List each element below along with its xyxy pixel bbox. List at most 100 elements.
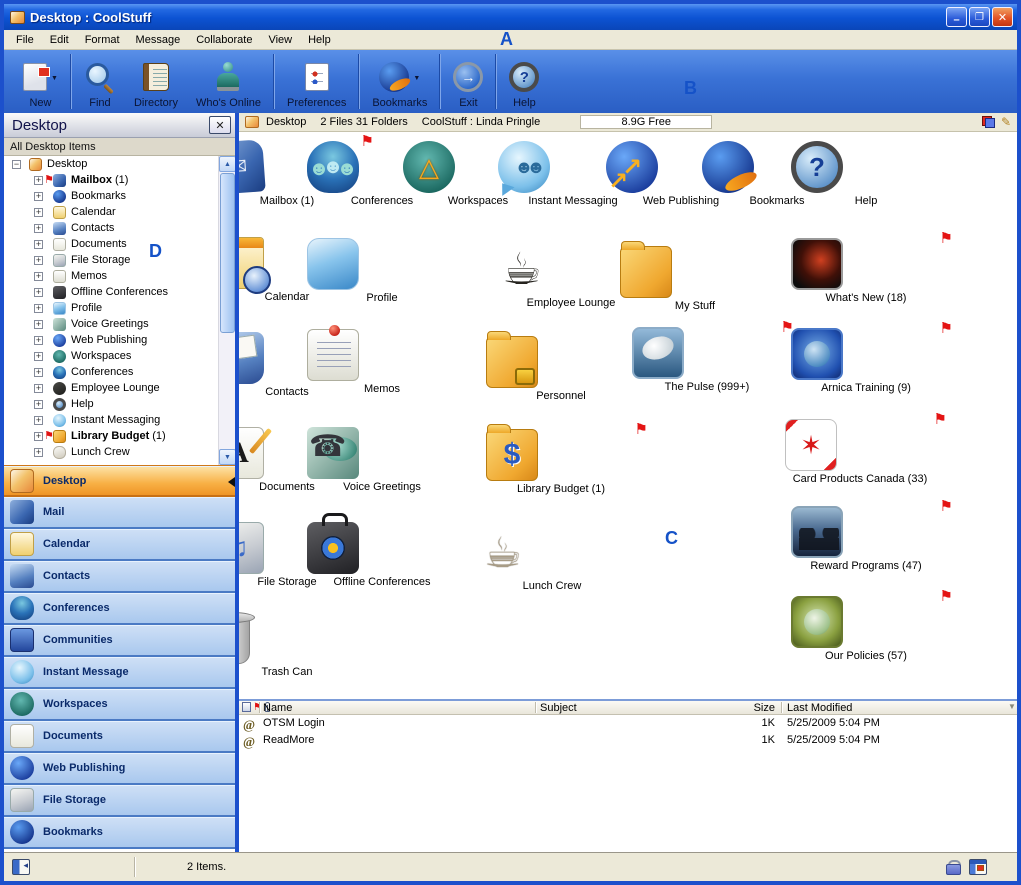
menu-item[interactable]: File	[8, 32, 42, 48]
desktop-item-icon[interactable]	[498, 141, 550, 193]
desktop-item[interactable]: Personnel	[486, 336, 636, 402]
maximize-button[interactable]	[969, 7, 990, 27]
column-header-size[interactable]: Size	[739, 702, 775, 714]
tree-expand-icon[interactable]: +	[34, 288, 43, 297]
tree-expand-icon[interactable]: +	[34, 176, 43, 185]
flag-column-icon[interactable]	[253, 702, 262, 713]
desktop-item-icon[interactable]	[486, 336, 538, 388]
tree-expand-icon[interactable]: +	[34, 208, 43, 217]
desktop-item-icon[interactable]	[632, 327, 684, 379]
sidebar-nav-button[interactable]: Conferences	[4, 593, 235, 625]
chevron-down-icon[interactable]	[413, 71, 420, 83]
title-bar[interactable]: Desktop : CoolStuff	[4, 4, 1017, 30]
item-type-icon[interactable]	[242, 702, 251, 712]
desktop-item-icon[interactable]	[239, 332, 264, 384]
desktop-item-icon[interactable]	[791, 238, 843, 290]
file-name[interactable]: OTSM Login	[263, 717, 325, 729]
menu-item[interactable]: Edit	[42, 32, 77, 48]
tree-expand-icon[interactable]: +	[34, 448, 43, 457]
tree-expand-icon[interactable]: +	[34, 400, 43, 409]
tree-expand-icon[interactable]: +	[34, 320, 43, 329]
desktop-item-icon[interactable]	[307, 238, 359, 290]
tree-item[interactable]: + Voice Greetings	[4, 316, 235, 332]
desktop-item-icon[interactable]	[239, 616, 250, 664]
tree-item[interactable]: + Documents	[4, 236, 235, 252]
desktop-item-icon[interactable]	[239, 427, 264, 479]
scrollbar-thumb[interactable]	[220, 173, 235, 333]
desktop-item-icon[interactable]	[785, 419, 837, 471]
desktop-item-icon[interactable]	[791, 596, 843, 648]
sidebar-nav-button[interactable]: Workspaces	[4, 689, 235, 721]
toolbar-button[interactable]: Help	[500, 50, 548, 113]
tree-item[interactable]: + Web Publishing	[4, 332, 235, 348]
sidebar-nav-button[interactable]: File Storage	[4, 785, 235, 817]
tree-item[interactable]: + Calendar	[4, 204, 235, 220]
toolbar-button[interactable]: Directory	[125, 50, 187, 113]
tree-item[interactable]: + Memos	[4, 268, 235, 284]
desktop-item[interactable]: What's New (18)	[791, 238, 941, 304]
menu-item[interactable]: Help	[300, 32, 339, 48]
tree-expand-icon[interactable]: +	[34, 432, 43, 441]
tree-expand-icon[interactable]: +	[34, 416, 43, 425]
toolbar-button[interactable]: Preferences	[278, 50, 355, 113]
tree-item[interactable]: + Offline Conferences	[4, 284, 235, 300]
sidebar-nav-button[interactable]: Contacts	[4, 561, 235, 593]
toolbar-button[interactable]: New	[14, 50, 67, 113]
tree-item[interactable]: + Conferences	[4, 364, 235, 380]
tree-expand-icon[interactable]: +	[34, 240, 43, 249]
close-button[interactable]	[992, 7, 1013, 27]
tree-expand-icon[interactable]: +	[34, 304, 43, 313]
desktop-item[interactable]: Voice Greetings	[307, 427, 457, 493]
sidebar-nav-button[interactable]: Communities	[4, 625, 235, 657]
toolbar-button[interactable]: Exit	[444, 50, 492, 113]
tree-item[interactable]: + Profile	[4, 300, 235, 316]
menu-item[interactable]: View	[260, 32, 300, 48]
tree-item[interactable]: + Help	[4, 396, 235, 412]
desktop-item[interactable]: The Pulse (999+)	[632, 327, 782, 393]
desktop-item-icon[interactable]	[606, 141, 658, 193]
column-header-subject[interactable]: Subject	[540, 702, 577, 714]
menu-item[interactable]: Format	[77, 32, 128, 48]
scroll-up-icon[interactable]: ▲	[219, 156, 235, 172]
sort-descending-icon[interactable]	[1008, 702, 1016, 711]
sidebar-nav-button[interactable]: Documents	[4, 721, 235, 753]
tree-collapse-icon[interactable]: −	[12, 160, 21, 169]
toolbar-button[interactable]: Bookmarks	[363, 50, 436, 113]
close-icon[interactable]	[209, 116, 231, 134]
desktop-item[interactable]: Library Budget (1)	[486, 429, 636, 495]
desktop-item-icon[interactable]	[307, 329, 359, 381]
pencil-icon[interactable]	[1001, 115, 1011, 129]
desktop-item-icon[interactable]	[791, 506, 843, 558]
desktop-item[interactable]: Profile	[307, 238, 457, 304]
desktop-item-icon[interactable]	[791, 141, 843, 193]
desktop-item[interactable]: Reward Programs (47)	[791, 506, 941, 572]
desktop-item[interactable]: Trash Can	[239, 612, 362, 678]
desktop-item[interactable]: Memos	[307, 329, 457, 395]
file-list-row[interactable]: @ OTSM Login 1K 5/25/2009 5:04 PM	[239, 715, 1017, 732]
desktop-item-icon[interactable]	[239, 237, 264, 289]
tree-item[interactable]: + File Storage	[4, 252, 235, 268]
desktop-item-icon[interactable]	[239, 139, 266, 195]
tree-item-desktop-root[interactable]: − Desktop	[4, 156, 235, 172]
sidebar-nav-button[interactable]: Web Publishing	[4, 753, 235, 785]
tree-item[interactable]: + Instant Messaging	[4, 412, 235, 428]
tree-expand-icon[interactable]: +	[34, 224, 43, 233]
desktop-item-icon[interactable]	[496, 243, 548, 295]
desktop-item-icon[interactable]	[403, 141, 455, 193]
menu-item[interactable]: Collaborate	[188, 32, 260, 48]
desktop-item[interactable]: Help	[791, 141, 941, 207]
tree-item[interactable]: + Lunch Crew	[4, 444, 235, 460]
tree-item[interactable]: + Mailbox (1)	[4, 172, 235, 188]
menu-item[interactable]: Message	[128, 32, 189, 48]
desktop-item-icon[interactable]	[239, 522, 264, 574]
tree-expand-icon[interactable]: +	[34, 272, 43, 281]
tree-item[interactable]: + Contacts	[4, 220, 235, 236]
desktop-item[interactable]: Arnica Training (9)	[791, 328, 941, 394]
sidebar-nav-button[interactable]: Instant Message	[4, 657, 235, 689]
chevron-down-icon[interactable]	[51, 71, 58, 83]
tree-item[interactable]: + Employee Lounge	[4, 380, 235, 396]
tree-expand-icon[interactable]: +	[34, 192, 43, 201]
sidebar-nav-button[interactable]: Calendar	[4, 529, 235, 561]
desktop-item-icon[interactable]	[620, 246, 672, 298]
toolbar-button[interactable]: Find	[75, 50, 125, 113]
